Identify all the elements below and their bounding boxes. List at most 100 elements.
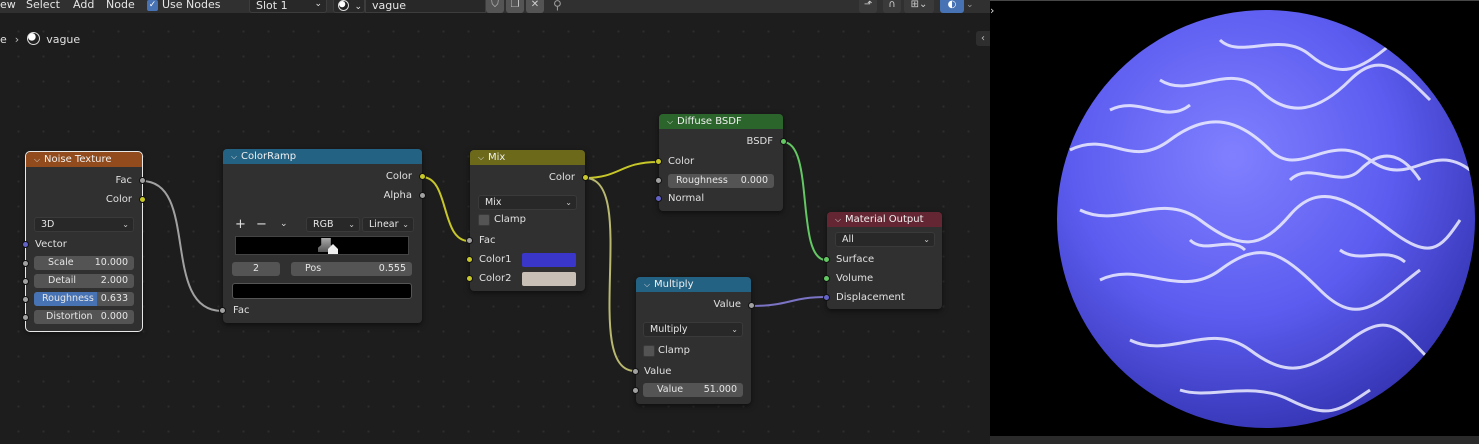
distortion-value: 0.000	[100, 311, 128, 322]
color1-swatch[interactable]	[522, 253, 576, 267]
socket-input-normal[interactable]	[655, 195, 662, 202]
scale-field[interactable]: Scale 10.000	[34, 256, 134, 270]
slot-dropdown[interactable]: Slot 1 ⌄	[249, 0, 327, 13]
viewport-render[interactable]: ›	[990, 0, 1479, 444]
chevron-down-icon[interactable]: ⌵	[667, 114, 677, 129]
socket-input-distortion[interactable]	[22, 314, 29, 321]
ramp-gradient-bar[interactable]	[235, 236, 409, 255]
chevron-down-icon[interactable]: ⌵	[644, 277, 654, 292]
node-title: Mix	[488, 152, 506, 163]
value-field[interactable]: Value 51.000	[643, 383, 743, 397]
material-icon	[338, 0, 349, 11]
roughness-field[interactable]: Roughness 0.633	[34, 292, 134, 306]
snap-mode-icon[interactable]: ⊞⌄	[904, 0, 934, 13]
duplicate-icon[interactable]: ❐	[506, 0, 524, 13]
socket-input-volume[interactable]	[823, 275, 830, 282]
node-header[interactable]: ⌵ ColorRamp	[223, 149, 422, 164]
detail-value: 2.000	[100, 275, 128, 286]
output-color-label: Color	[385, 171, 412, 182]
socket-output-color[interactable]	[582, 174, 589, 181]
input-color2-label: Color2	[479, 273, 512, 284]
socket-input-surface[interactable]	[823, 256, 830, 263]
operation-dropdown[interactable]: Multiply ⌄	[643, 322, 743, 337]
clamp-checkbox[interactable]	[478, 214, 490, 226]
socket-input-vector[interactable]	[22, 241, 29, 248]
stop-index-field[interactable]: 2	[232, 262, 280, 276]
socket-input-scale[interactable]	[22, 260, 29, 267]
socket-output-fac[interactable]	[139, 177, 146, 184]
socket-input-value-2[interactable]	[632, 387, 639, 394]
output-color-label: Color	[105, 194, 132, 205]
color2-swatch[interactable]	[522, 272, 576, 286]
socket-input-displacement[interactable]	[823, 294, 830, 301]
remove-stop-button[interactable]: −	[256, 217, 267, 232]
dimensions-dropdown[interactable]: 3D ⌄	[34, 217, 134, 232]
node-diffuse-bsdf[interactable]: ⌵ Diffuse BSDF BSDF Color Roughness 0.000 …	[655, 114, 787, 211]
target-value: All	[842, 234, 854, 245]
material-browse-button[interactable]: ⌄	[333, 0, 365, 13]
menu-select[interactable]: Select	[26, 0, 60, 11]
socket-output-color[interactable]	[139, 196, 146, 203]
node-header[interactable]: ⌵ Material Output	[827, 212, 942, 227]
target-dropdown[interactable]: All ⌄	[835, 232, 935, 247]
use-nodes-checkbox[interactable]: ✓	[147, 0, 158, 11]
socket-input-value[interactable]	[632, 368, 639, 375]
pin-icon[interactable]: ⚲	[553, 0, 562, 12]
node-header[interactable]: ⌵ Mix	[470, 150, 585, 165]
socket-input-fac[interactable]	[466, 237, 473, 244]
socket-input-color[interactable]	[655, 158, 662, 165]
node-header[interactable]: ⌵ Noise Texture	[26, 152, 142, 167]
node-color-ramp[interactable]: ⌵ ColorRamp Color Alpha + − ⌄ RGB ⌄ Linear…	[219, 149, 426, 323]
parent-node-tree-icon[interactable]: ⬏	[859, 0, 877, 13]
sidebar-toggle-icon[interactable]: ‹	[976, 31, 990, 46]
socket-input-fac[interactable]	[219, 307, 226, 314]
chevron-down-icon[interactable]: ⌵	[835, 212, 845, 227]
add-stop-button[interactable]: +	[235, 217, 246, 232]
chevron-down-icon[interactable]: ⌵	[231, 149, 241, 164]
socket-output-alpha[interactable]	[419, 192, 426, 199]
node-mix[interactable]: ⌵ Mix Color Mix ⌄ Clamp Fac Color1 Color2	[466, 150, 589, 291]
menu-node[interactable]: Node	[106, 0, 135, 11]
socket-input-color1[interactable]	[466, 256, 473, 263]
node-noise-texture[interactable]: ⌵ Noise Texture Fac Color 3D ⌄ Vector Scal…	[22, 151, 146, 332]
roughness-field[interactable]: Roughness 0.000	[668, 174, 774, 188]
detail-field[interactable]: Detail 2.000	[34, 274, 134, 288]
slot-value: Slot 1	[256, 0, 288, 12]
menu-view[interactable]: ew	[0, 0, 16, 11]
distortion-field[interactable]: Distortion 0.000	[34, 310, 134, 324]
stop-color-swatch[interactable]	[232, 283, 412, 299]
output-color-label: Color	[548, 172, 575, 183]
chevron-down-icon: ⌄	[348, 220, 355, 229]
close-icon[interactable]: ✕	[526, 0, 544, 13]
interpolation-dropdown[interactable]: Linear ⌄	[362, 217, 414, 232]
chevron-down-icon[interactable]: ⌵	[478, 150, 488, 165]
node-header[interactable]: ⌵ Diffuse BSDF	[659, 114, 783, 129]
overlay-icon[interactable]: ◐	[940, 0, 964, 13]
socket-output-bsdf[interactable]	[780, 138, 787, 145]
node-material-output[interactable]: ⌵ Material Output All ⌄ Surface Volume Dis…	[823, 212, 942, 309]
material-name-field[interactable]: vague	[365, 0, 486, 13]
node-title: Noise Texture	[44, 154, 112, 165]
pos-field[interactable]: Pos 0.555	[291, 262, 412, 276]
socket-input-roughness[interactable]	[22, 296, 29, 303]
node-header[interactable]: ⌵ Multiply	[636, 277, 751, 292]
menu-add[interactable]: Add	[73, 0, 94, 11]
fake-user-icon[interactable]: ⛉	[486, 0, 504, 13]
blend-type-dropdown[interactable]: Mix ⌄	[478, 195, 577, 210]
snap-icon[interactable]: ∩	[883, 0, 901, 13]
chevron-down-icon[interactable]: ⌵	[34, 152, 44, 167]
node-math-multiply[interactable]: ⌵ Multiply Value Multiply ⌄ Clamp Value Va…	[632, 277, 755, 404]
input-color-label: Color	[668, 156, 695, 167]
clamp-checkbox[interactable]	[643, 345, 655, 357]
chevron-down-icon: ⌄	[731, 325, 738, 334]
socket-input-roughness[interactable]	[655, 177, 662, 184]
output-alpha-label: Alpha	[383, 190, 412, 201]
socket-input-color2[interactable]	[466, 275, 473, 282]
socket-output-value[interactable]	[748, 302, 755, 309]
socket-input-detail[interactable]	[22, 278, 29, 285]
ramp-menu-chevron-icon[interactable]: ⌄	[280, 219, 288, 229]
chevron-down-icon[interactable]: ⌄	[966, 0, 974, 10]
color-mode-dropdown[interactable]: RGB ⌄	[306, 217, 360, 232]
socket-output-color[interactable]	[419, 173, 426, 180]
chevron-down-icon: ⌄	[923, 235, 930, 244]
